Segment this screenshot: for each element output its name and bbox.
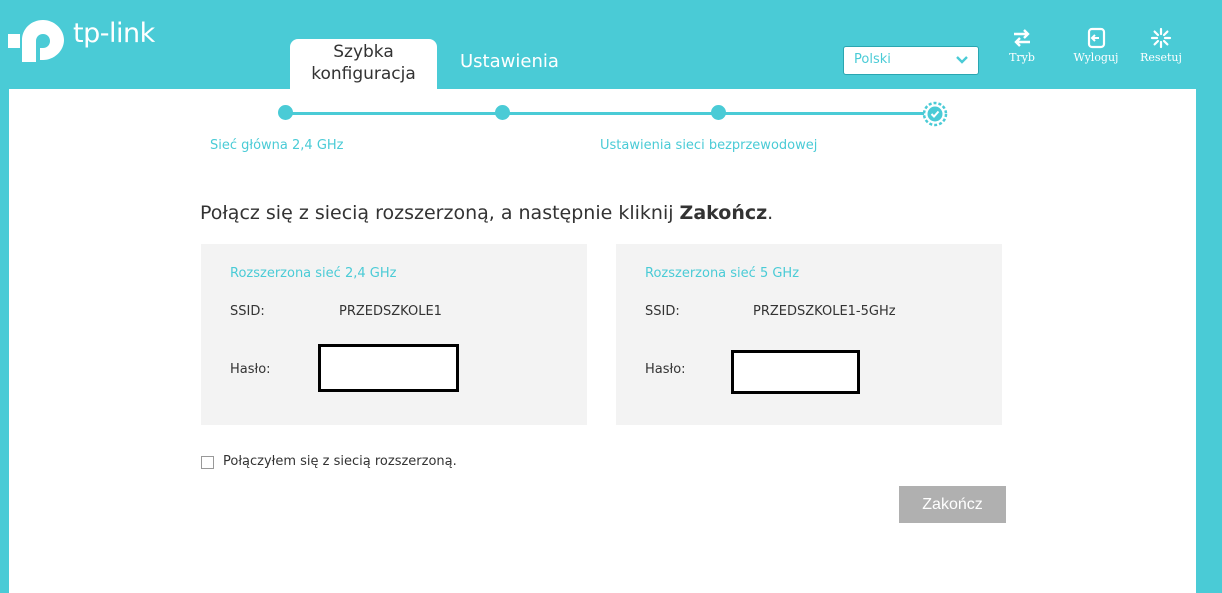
extended-network-24-panel: Rozszerzona sieć 2,4 GHz SSID: PRZEDSZKO… (201, 244, 587, 425)
panel-title: Rozszerzona sieć 2,4 GHz (230, 266, 397, 281)
ssid-label: SSID: (230, 304, 265, 319)
mode-switch-icon (1014, 29, 1030, 47)
tab-quick-setup[interactable]: Szybka konfiguracja (290, 39, 437, 89)
tab-settings[interactable]: Ustawienia (460, 51, 559, 101)
progress-step-1 (278, 105, 293, 120)
ssid-label: SSID: (645, 304, 680, 319)
check-circle-icon (922, 101, 948, 127)
step-label-wireless-settings: Ustawienia sieci bezprzewodowej (600, 138, 818, 153)
chevron-down-icon (956, 56, 968, 64)
logout-label: Wyloguj (1073, 51, 1119, 64)
password-redacted (318, 344, 459, 392)
logout-button[interactable]: Wyloguj (1068, 27, 1124, 64)
ssid-value: PRZEDSZKOLE1 (339, 304, 442, 319)
language-selected: Polski (854, 52, 891, 67)
reset-button[interactable]: Resetuj (1133, 27, 1189, 64)
instruction-suffix: . (767, 202, 774, 224)
extended-network-5-panel: Rozszerzona sieć 5 GHz SSID: PRZEDSZKOLE… (616, 244, 1002, 425)
progress-line (285, 112, 936, 115)
password-label: Hasło: (645, 362, 686, 377)
finish-button[interactable]: Zakończ (899, 486, 1006, 523)
reset-label: Resetuj (1140, 51, 1182, 64)
left-border (0, 0, 9, 593)
confirm-checkbox[interactable] (201, 456, 214, 469)
mode-label: Tryb (1009, 51, 1035, 64)
instruction-prefix: Połącz się z siecią rozszerzoną, a nastę… (200, 202, 680, 224)
ssid-value: PRZEDSZKOLE1-5GHz (753, 304, 896, 319)
right-border (1196, 0, 1222, 593)
instruction-heading: Połącz się z siecią rozszerzoną, a nastę… (200, 202, 773, 224)
step-label-main-network: Sieć główna 2,4 GHz (210, 138, 344, 153)
brand-name: tp-link (73, 18, 155, 49)
language-select[interactable]: Polski (843, 46, 979, 75)
password-label: Hasło: (230, 362, 271, 377)
progress-step-3 (711, 105, 726, 120)
mode-button[interactable]: Tryb (994, 27, 1050, 64)
confirm-checkbox-label[interactable]: Połączyłem się z siecią rozszerzoną. (223, 454, 457, 469)
instruction-bold: Zakończ (679, 202, 768, 224)
password-redacted (731, 350, 860, 394)
app-window: tp-link Szybka konfiguracja Ustawienia P… (0, 0, 1222, 593)
reset-spinner-icon (1150, 27, 1172, 49)
progress-step-2 (495, 105, 510, 120)
panel-title: Rozszerzona sieć 5 GHz (645, 266, 800, 281)
logout-icon (1087, 27, 1106, 49)
